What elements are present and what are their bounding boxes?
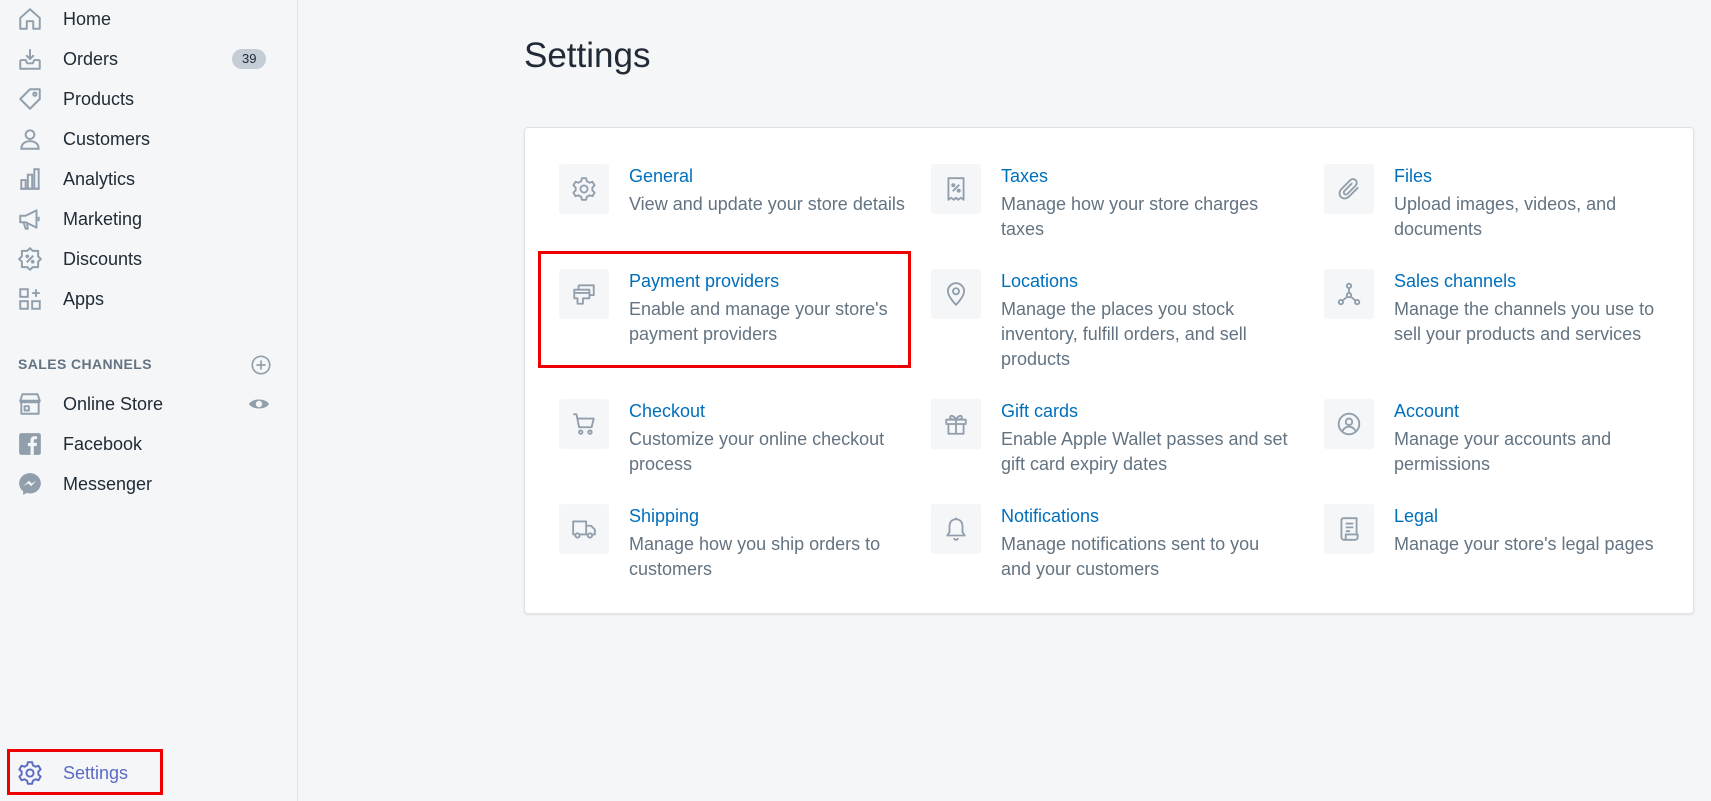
sidebar-item-marketing[interactable]: Marketing (0, 201, 282, 237)
settings-item-description: Manage the places you stock inventory, f… (1001, 299, 1247, 369)
add-sales-channel-icon[interactable] (250, 354, 272, 376)
gift-icon (931, 399, 981, 449)
settings-item-description: View and update your store details (629, 194, 905, 214)
settings-item-title[interactable]: Sales channels (1394, 271, 1516, 292)
legal-scroll-icon (1324, 504, 1374, 554)
settings-item-title[interactable]: Legal (1394, 506, 1438, 527)
account-icon (1324, 399, 1374, 449)
settings-item-title[interactable]: Payment providers (629, 271, 779, 292)
sidebar-item-label: Home (63, 8, 112, 29)
sales-channels-heading: SALES CHANNELS (18, 352, 282, 376)
settings-item-description: Enable and manage your store's payment p… (629, 299, 888, 344)
sidebar-item-label: Analytics (63, 168, 136, 189)
settings-item-description: Manage the channels you use to sell your… (1394, 299, 1655, 344)
sidebar-item-label: Online Store (63, 393, 164, 414)
tax-receipt-icon (931, 164, 981, 214)
settings-item-title[interactable]: Files (1394, 166, 1432, 187)
settings-item-title[interactable]: Gift cards (1001, 401, 1078, 422)
home-icon (17, 6, 43, 32)
tag-icon (17, 86, 43, 112)
settings-item-description: Manage your store's legal pages (1394, 534, 1654, 554)
orders-icon (17, 46, 43, 72)
settings-item-description: Manage how you ship orders to customers (629, 534, 881, 579)
settings-item-description: Customize your online checkout process (629, 429, 885, 474)
payment-icon (559, 269, 609, 319)
paperclip-icon (1324, 164, 1374, 214)
sidebar-item-label: Apps (63, 288, 105, 309)
bell-icon (931, 504, 981, 554)
sidebar-item-home[interactable]: Home (0, 1, 282, 37)
eye-icon[interactable] (247, 392, 271, 416)
bar-chart-icon (17, 166, 43, 192)
settings-item-description: Manage notifications sent to you and you… (1001, 534, 1260, 579)
sidebar-item-analytics[interactable]: Analytics (0, 161, 282, 197)
apps-icon (17, 286, 43, 312)
sidebar-item-online-store[interactable]: Online Store (0, 386, 282, 422)
sidebar-item-apps[interactable]: Apps (0, 281, 282, 317)
megaphone-icon (17, 206, 43, 232)
discount-icon (17, 246, 43, 272)
sidebar-item-label: Settings (63, 762, 129, 783)
settings-item-description: Enable Apple Wallet passes and set gift … (1001, 429, 1288, 474)
cart-icon (559, 399, 609, 449)
location-pin-icon (931, 269, 981, 319)
settings-item-description: Manage how your store charges taxes (1001, 194, 1259, 239)
settings-item-description: Manage your accounts and permissions (1394, 429, 1612, 474)
settings-card: General View and update your store detai… (524, 127, 1694, 614)
sidebar-item-products[interactable]: Products (0, 81, 282, 117)
sidebar-item-customers[interactable]: Customers (0, 121, 282, 157)
sidebar-item-messenger[interactable]: Messenger (0, 466, 282, 502)
facebook-icon (17, 431, 43, 457)
gear-icon (559, 164, 609, 214)
page-title: Settings (524, 36, 651, 75)
sidebar-item-label: Discounts (63, 248, 143, 269)
sidebar-item-label: Facebook (63, 433, 143, 454)
sidebar-item-label: Orders (63, 48, 119, 69)
settings-item-description: Upload images, videos, and documents (1394, 194, 1617, 239)
sidebar-item-label: Marketing (63, 208, 143, 229)
settings-item-title[interactable]: Taxes (1001, 166, 1048, 187)
sales-channels-label: SALES CHANNELS (18, 356, 152, 372)
sidebar-item-orders[interactable]: Orders 39 (0, 41, 282, 77)
sidebar: Home Orders 39 Products Customers Analyt… (0, 0, 298, 801)
truck-icon (559, 504, 609, 554)
settings-item-title[interactable]: Shipping (629, 506, 699, 527)
sidebar-item-label: Customers (63, 128, 151, 149)
settings-item-title[interactable]: Account (1394, 401, 1459, 422)
gear-icon (17, 760, 43, 786)
sidebar-item-label: Messenger (63, 473, 153, 494)
messenger-icon (17, 471, 43, 497)
sidebar-item-discounts[interactable]: Discounts (0, 241, 282, 277)
channels-icon (1324, 269, 1374, 319)
settings-item-title[interactable]: Notifications (1001, 506, 1099, 527)
settings-item-title[interactable]: General (629, 166, 693, 187)
settings-item-title[interactable]: Checkout (629, 401, 705, 422)
sidebar-item-settings[interactable]: Settings (0, 755, 282, 791)
store-icon (17, 391, 43, 417)
sidebar-item-facebook[interactable]: Facebook (0, 426, 282, 462)
person-icon (17, 126, 43, 152)
sidebar-item-label: Products (63, 88, 135, 109)
orders-count-badge: 39 (232, 49, 267, 69)
settings-item-title[interactable]: Locations (1001, 271, 1078, 292)
